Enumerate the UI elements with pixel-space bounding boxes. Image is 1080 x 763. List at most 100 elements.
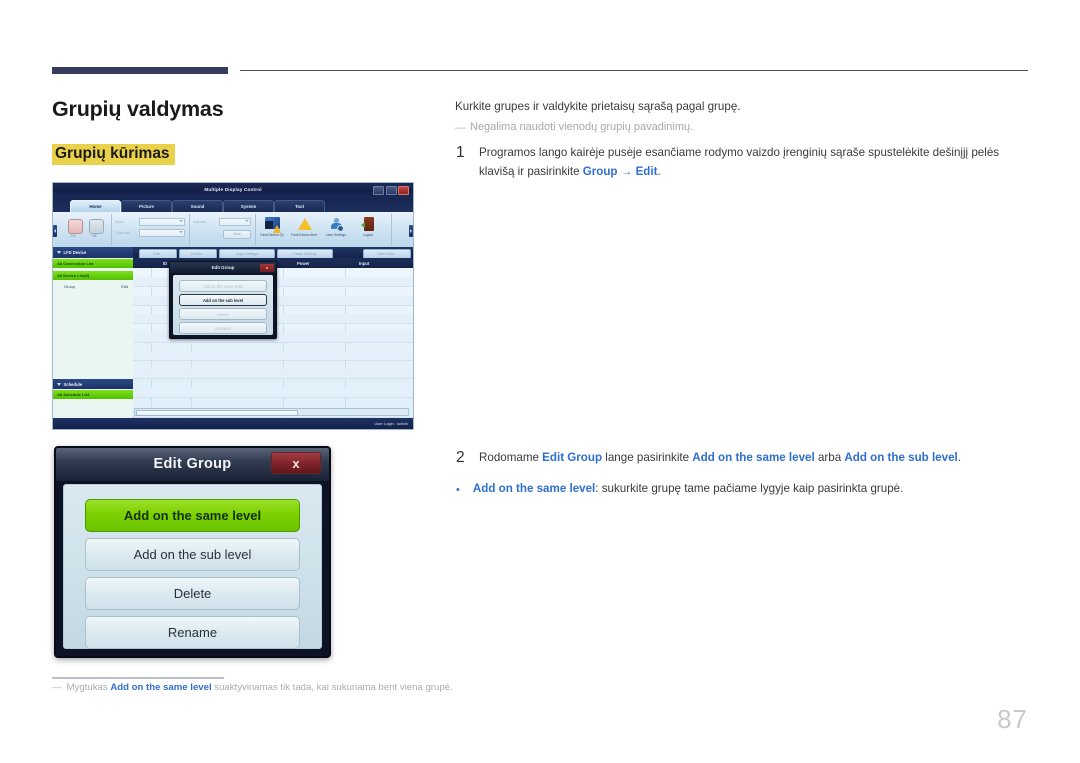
tab-tool[interactable]: Tool — [274, 199, 325, 213]
logout-icon — [360, 216, 376, 232]
inner-btn-rename[interactable]: Rename — [179, 322, 267, 334]
user-settings-label: User Settings — [326, 232, 346, 237]
step-1-bold-edit: Edit — [635, 164, 658, 178]
note-dash: — — [455, 122, 466, 134]
volume-label: Volume — [193, 218, 207, 224]
fault-device-item[interactable]: Fault Device (0) — [258, 216, 286, 237]
step-2-bold-sub-level: Add on the sub level — [844, 451, 958, 464]
ribbon-group-volume: Volume Mute — [189, 213, 256, 246]
bullet-text: Add on the same level: sukurkite grupę t… — [473, 482, 903, 499]
sidebar-item-all-connection-list[interactable]: All Connection List — [53, 259, 133, 268]
inner-btn-add-same-level[interactable]: Add on the same level — [179, 280, 267, 292]
footnote-dash: ― — [52, 682, 62, 693]
step-1-number: 1 — [456, 144, 465, 161]
step-2-text: Rodomame Edit Group lange pasirinkite Ad… — [479, 449, 961, 468]
dialog-close-button[interactable]: x — [271, 452, 321, 474]
sidebar-group-edit-link[interactable]: Edit — [121, 284, 128, 289]
fault-device-alert-item[interactable]: Fault Device Alert — [290, 217, 318, 237]
fault-device-alert-label: Fault Device Alert — [291, 232, 317, 237]
inner-dialog-close-button[interactable]: x — [260, 263, 274, 272]
app-title-bar: Multiple Display Control — [53, 183, 413, 198]
app-ribbon: On Off Input Channel Volume Mute Fault D… — [53, 212, 413, 248]
ribbon-group-actions: Fault Device (0) Fault Device Alert User… — [255, 213, 392, 246]
app-sidebar: All Connection List All Device List(0) G… — [53, 258, 134, 385]
fault-device-alert-icon — [297, 217, 312, 232]
step-1-bold-group: Group — [582, 164, 618, 178]
step-2-text-after: . — [957, 451, 961, 464]
tab-home[interactable]: Home — [70, 199, 121, 213]
inner-edit-group-dialog: Edit Group x Add on the same level Add o… — [169, 261, 277, 339]
minimize-icon[interactable] — [373, 185, 384, 195]
tab-picture[interactable]: Picture — [121, 199, 172, 213]
step-2-text-before: Rodomame — [479, 451, 543, 464]
add-on-the-sub-level-button[interactable]: Add on the sub level — [85, 538, 300, 571]
add-on-the-same-level-button[interactable]: Add on the same level — [85, 499, 300, 532]
sidebar-header-schedule[interactable]: Schedule — [53, 379, 133, 389]
grid-col-id: ID — [163, 260, 168, 266]
close-icon[interactable] — [398, 185, 409, 195]
logout-item[interactable]: Logout — [354, 216, 382, 237]
user-settings-item[interactable]: User Settings — [322, 217, 350, 237]
sidebar-header-lfd-label: LFD Device — [63, 250, 87, 255]
footnote-after: suaktyvinamas tik tada, kai sukuriama be… — [211, 682, 453, 693]
input-select[interactable] — [139, 217, 185, 226]
table-row[interactable] — [133, 387, 413, 398]
channel-label: Channel — [115, 229, 130, 235]
delete-button[interactable]: Delete — [85, 577, 300, 610]
fault-device-label: Fault Device (0) — [260, 232, 284, 237]
app-ribbon-tabs: Home Picture Sound System Tool — [53, 198, 413, 213]
channel-stepper[interactable] — [139, 228, 185, 237]
app-status-bar: User Login : admin — [53, 418, 413, 429]
mute-button[interactable]: Mute — [223, 229, 251, 239]
application-screenshot: Multiple Display Control Home Picture So… — [52, 182, 414, 430]
ribbon-group-power: On Off — [63, 213, 112, 246]
sidebar-group-label: Group — [64, 284, 76, 289]
bullet-rest: : sukurkite grupę tame pačiame lygyje ka… — [595, 482, 904, 495]
status-user-login: User Login : admin — [374, 421, 408, 426]
inner-btn-delete[interactable]: Delete — [179, 308, 267, 320]
section-title: Grupių kūrimas — [52, 144, 175, 166]
note-row: — Negalima naudoti vienodų grupių pavadi… — [455, 121, 1030, 134]
step-2-bold-edit-group: Edit Group — [542, 451, 603, 464]
scrollbar-thumb[interactable] — [136, 410, 298, 416]
header-rule-thick — [52, 67, 228, 74]
schedule-list-panel: All Schedule List — [53, 389, 134, 419]
user-settings-icon — [329, 217, 344, 232]
sidebar-item-group[interactable]: Group Edit — [53, 282, 133, 291]
step-2-mid-2: arba — [814, 451, 845, 464]
ribbon-group-input: Input Channel — [111, 213, 190, 246]
maximize-icon[interactable] — [385, 185, 397, 195]
dialog-body: Add on the same level Add on the sub lev… — [63, 484, 322, 649]
intro-text: Kurkite grupes ir valdykite prietaisų są… — [455, 100, 741, 113]
ribbon-expand-right-icon[interactable] — [409, 225, 413, 237]
step-1: 1 Programos lango kairėje pusėje esančia… — [456, 144, 1031, 181]
rename-button[interactable]: Rename — [85, 616, 300, 649]
window-controls — [373, 185, 409, 195]
step-2-bold-same-level: Add on the same level — [692, 451, 815, 464]
inner-dialog-body: Add on the same level Add on the sub lev… — [173, 275, 273, 335]
power-on-icon[interactable] — [68, 218, 83, 234]
step-2-mid-1: lange pasirinkite — [602, 451, 693, 464]
inner-btn-add-sub-level[interactable]: Add on the sub level — [179, 294, 267, 306]
step-1-text-after: . — [657, 164, 661, 178]
sidebar-item-all-schedule-list[interactable]: All Schedule List — [53, 390, 133, 399]
sidebar-header-schedule-label: Schedule — [63, 381, 83, 387]
tab-sound[interactable]: Sound — [172, 199, 223, 213]
inner-dialog-title: Edit Group — [211, 265, 235, 270]
step-1-arrow: → — [617, 164, 636, 178]
sidebar-header-lfd-device[interactable]: LFD Device — [53, 247, 133, 258]
volume-select[interactable] — [219, 217, 251, 226]
ribbon-expand-left-icon[interactable] — [53, 225, 57, 237]
power-on-label: On — [71, 233, 76, 238]
power-off-icon[interactable] — [89, 218, 104, 234]
header-rule-thin — [240, 70, 1028, 71]
footnote-bold: Add on the same level — [110, 682, 212, 693]
sidebar-item-all-device-list[interactable]: All Device List(0) — [53, 271, 133, 280]
bullet-bold: Add on the same level — [472, 482, 596, 495]
step-1-text-before: Programos lango kairėje pusėje esančiame… — [479, 146, 1000, 178]
app-title-text: Multiple Display Control — [204, 187, 262, 192]
horizontal-scrollbar[interactable] — [134, 408, 409, 416]
tab-system[interactable]: System — [223, 199, 274, 213]
note-text: Negalima naudoti vienodų grupių pavadini… — [470, 121, 694, 133]
footnote-text: Mygtukas Add on the same level suaktyvin… — [67, 682, 453, 693]
